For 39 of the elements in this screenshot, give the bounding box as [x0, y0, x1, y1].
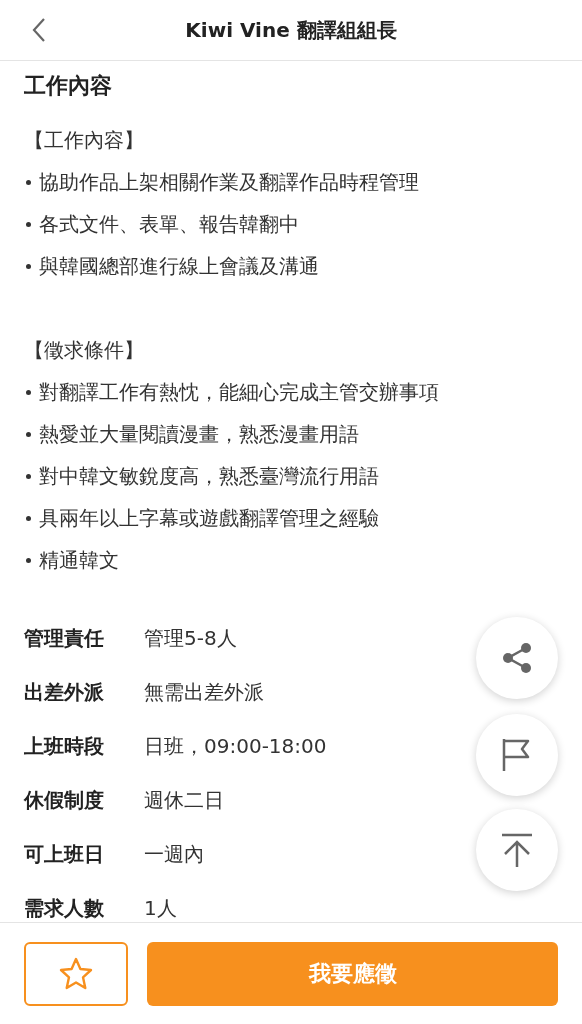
- detail-label: 上班時段: [24, 732, 105, 760]
- bullet-icon: [26, 431, 31, 437]
- detail-label: 需求人數: [24, 894, 105, 922]
- back-to-top-button[interactable]: [476, 809, 558, 891]
- detail-value: 日班，09:00-18:00: [144, 732, 327, 760]
- apply-button[interactable]: 我要應徵: [147, 941, 558, 1006]
- bullet-icon: [26, 179, 31, 185]
- detail-value: 無需出差外派: [144, 678, 264, 706]
- report-button[interactable]: [476, 714, 558, 796]
- share-button[interactable]: [476, 617, 558, 699]
- page-title: Kiwi Vine 翻譯組組長: [185, 16, 397, 44]
- bullet-text: 對翻譯工作有熱忱，能細心完成主管交辦事項: [39, 379, 439, 406]
- back-icon[interactable]: [32, 17, 46, 43]
- to-top-icon: [500, 832, 534, 868]
- bullet-icon: [26, 221, 31, 227]
- detail-value: 1人: [144, 894, 177, 922]
- detail-value: 週休二日: [144, 786, 224, 814]
- bullet-icon: [26, 389, 31, 395]
- bullet-icon: [26, 473, 31, 479]
- detail-value: 管理5-8人: [144, 624, 237, 652]
- detail-value: 一週內: [144, 840, 204, 868]
- bullet-icon: [26, 515, 31, 521]
- bullet-icon: [26, 557, 31, 563]
- detail-label: 管理責任: [24, 624, 105, 652]
- star-icon: [58, 955, 94, 992]
- section-title: 工作內容: [24, 72, 113, 100]
- detail-label: 出差外派: [24, 678, 105, 706]
- bullet-text: 與韓國總部進行線上會議及溝通: [39, 253, 319, 280]
- bullet-text: 精通韓文: [39, 547, 119, 574]
- bullet-text: 協助作品上架相關作業及翻譯作品時程管理: [39, 169, 419, 196]
- bullet-text: 各式文件、表單、報告韓翻中: [39, 211, 299, 238]
- bullet-text: 對中韓文敏銳度高，熟悉臺灣流行用語: [39, 463, 379, 490]
- detail-label: 可上班日: [24, 840, 105, 868]
- detail-label: 休假制度: [24, 786, 105, 814]
- group-heading: 【工作內容】: [24, 127, 145, 154]
- bullet-text: 熱愛並大量閱讀漫畫，熟悉漫畫用語: [39, 421, 359, 448]
- group-heading: 【徵求條件】: [24, 337, 145, 364]
- bullet-text: 具兩年以上字幕或遊戲翻譯管理之經驗: [39, 505, 379, 532]
- bullet-icon: [26, 263, 31, 269]
